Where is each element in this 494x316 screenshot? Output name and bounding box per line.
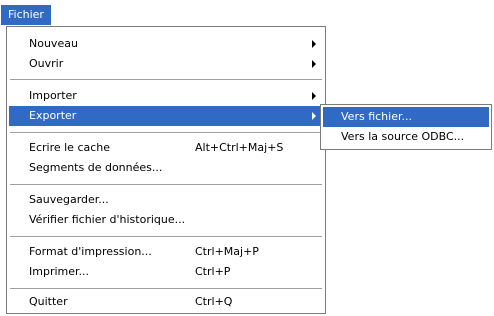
submenu-item-vers-odbc[interactable]: Vers la source ODBC... (323, 127, 489, 147)
menu-separator (10, 132, 322, 133)
submenu-item-label: Vers fichier... (341, 110, 412, 123)
submenu-item-label: Vers la source ODBC... (341, 130, 465, 143)
submenu-arrow-icon (312, 60, 316, 68)
fichier-menu: Nouveau Ouvrir Importer Exporter Ecrire … (6, 26, 326, 314)
menu-item-label: Sauvegarder... (29, 193, 109, 206)
menu-item-label: Segments de données... (29, 161, 163, 174)
menu-item-imprimer[interactable]: Imprimer... Ctrl+P (9, 262, 323, 282)
menu-separator (10, 184, 322, 185)
menu-item-label: Quitter (29, 295, 68, 308)
submenu-arrow-icon (312, 112, 316, 120)
menu-item-verifier-historique[interactable]: Vérifier fichier d'historique... (9, 210, 323, 230)
menu-item-importer[interactable]: Importer (9, 86, 323, 106)
menu-item-label: Ecrire le cache (29, 141, 111, 154)
submenu-arrow-icon (312, 40, 316, 48)
menu-item-segments-donnees[interactable]: Segments de données... (9, 158, 323, 178)
menu-item-ouvrir[interactable]: Ouvrir (9, 54, 323, 74)
menu-item-shortcut: Ctrl+Q (195, 295, 233, 308)
menu-item-quitter[interactable]: Quitter Ctrl+Q (9, 292, 323, 312)
menubar-item-fichier[interactable]: Fichier (1, 5, 51, 25)
menu-item-label: Exporter (29, 109, 77, 122)
menu-item-label: Vérifier fichier d'historique... (29, 213, 186, 226)
menu-item-label: Ouvrir (29, 57, 64, 70)
menu-item-exporter[interactable]: Exporter (9, 106, 323, 126)
menu-item-nouveau[interactable]: Nouveau (9, 34, 323, 54)
menu-separator (10, 79, 322, 80)
menu-separator (10, 236, 322, 237)
menu-separator (10, 288, 322, 289)
menu-item-format-impression[interactable]: Format d'impression... Ctrl+Maj+P (9, 242, 323, 262)
menu-item-label: Nouveau (29, 37, 78, 50)
exporter-submenu: Vers fichier... Vers la source ODBC... (320, 104, 492, 150)
menu-item-shortcut: Ctrl+P (195, 265, 231, 278)
menu-item-sauvegarder[interactable]: Sauvegarder... (9, 190, 323, 210)
menu-item-label: Importer (29, 89, 77, 102)
menu-item-label: Format d'impression... (29, 245, 152, 258)
menu-item-ecrire-cache[interactable]: Ecrire le cache Alt+Ctrl+Maj+S (9, 138, 323, 158)
submenu-arrow-icon (312, 92, 316, 100)
menu-item-label: Imprimer... (29, 265, 90, 278)
menu-item-shortcut: Ctrl+Maj+P (195, 245, 259, 258)
submenu-item-vers-fichier[interactable]: Vers fichier... (323, 107, 489, 127)
menu-item-shortcut: Alt+Ctrl+Maj+S (195, 141, 284, 154)
